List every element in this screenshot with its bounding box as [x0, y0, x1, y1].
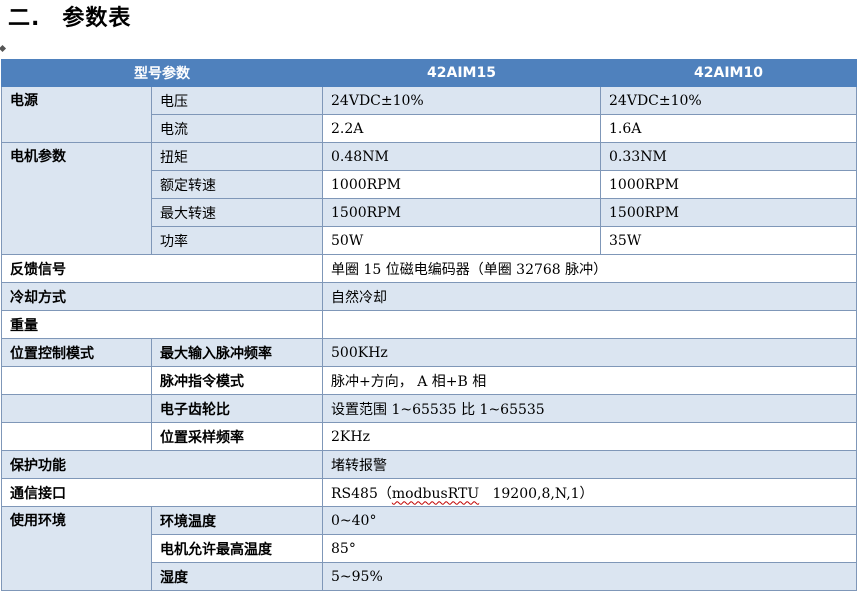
voltage-value-1: 24VDC±10%: [322, 86, 602, 115]
comm-suffix: 19200,8,N,1）: [479, 485, 594, 502]
feedback-label: 反馈信号: [0, 254, 324, 283]
comm-label: 通信接口: [0, 478, 324, 507]
motor-label: 电机参数: [1, 142, 152, 255]
section-number: 二.: [8, 6, 41, 31]
empty-cell: [1, 394, 152, 423]
table-row: 位置采样频率 2KHz: [1, 422, 857, 451]
comm-prefix: RS485（: [331, 485, 392, 502]
table-row: 电子齿轮比 设置范围 1~65535 比 1~65535: [1, 394, 857, 423]
torque-label: 扭矩: [150, 142, 324, 171]
table-row: 重量: [0, 310, 857, 339]
header-model-1: 42AIM15: [322, 59, 602, 87]
max-speed-label: 最大转速: [150, 198, 324, 227]
max-speed-value-1: 1500RPM: [322, 198, 602, 227]
table-row: 脉冲指令模式 脉冲+方向， A 相+B 相: [1, 366, 857, 395]
table-row: 通信接口 RS485（modbusRTU 19200,8,N,1）: [0, 478, 857, 507]
motor-power-value-2: 35W: [600, 226, 857, 255]
header-model-2: 42AIM10: [600, 59, 857, 87]
motor-power-label: 功率: [150, 226, 324, 255]
table-row: 反馈信号 单圈 15 位磁电编码器（单圈 32768 脉冲）: [0, 254, 857, 283]
env-label: 使用环境: [1, 506, 152, 591]
motor-max-temp-value: 85°: [322, 534, 857, 563]
env-temp-label: 环境温度: [150, 506, 324, 535]
motor-max-temp-label: 电机允许最高温度: [150, 534, 324, 563]
pulse-mode-label: 脉冲指令模式: [150, 366, 324, 395]
header-param: 型号参数: [0, 59, 324, 87]
voltage-value-2: 24VDC±10%: [600, 86, 857, 115]
section-heading: 二. 参数表: [8, 0, 131, 32]
table-row: 电机参数 扭矩 0.48NM 0.33NM: [1, 142, 857, 255]
table-header-row: 型号参数 42AIM15 42AIM10: [0, 59, 857, 87]
env-temp-value: 0~40°: [322, 506, 857, 535]
max-speed-value-2: 1500RPM: [600, 198, 857, 227]
empty-cell: [1, 422, 152, 451]
current-value-2: 1.6A: [600, 114, 857, 143]
table-row: 使用环境 环境温度 0~40°: [1, 506, 857, 591]
gear-ratio-label: 电子齿轮比: [150, 394, 324, 423]
rated-speed-label: 额定转速: [150, 170, 324, 199]
table-row: 电源 电压 24VDC±10% 24VDC±10%: [1, 86, 857, 143]
voltage-label: 电压: [150, 86, 324, 115]
weight-label: 重量: [0, 310, 324, 339]
current-value-1: 2.2A: [322, 114, 602, 143]
humidity-label: 湿度: [150, 562, 324, 591]
sampling-freq-label: 位置采样频率: [150, 422, 324, 451]
section-title: 参数表: [62, 6, 132, 31]
current-label: 电流: [150, 114, 324, 143]
torque-value-2: 0.33NM: [600, 142, 857, 171]
feedback-value: 单圈 15 位磁电编码器（单圈 32768 脉冲）: [322, 254, 857, 283]
max-pulse-freq-value: 500KHz: [322, 338, 857, 367]
protection-label: 保护功能: [0, 450, 324, 479]
rated-speed-value-2: 1000RPM: [600, 170, 857, 199]
weight-value: [322, 310, 857, 339]
rated-speed-value-1: 1000RPM: [322, 170, 602, 199]
torque-value-1: 0.48NM: [322, 142, 602, 171]
motor-power-value-1: 50W: [322, 226, 602, 255]
max-pulse-freq-label: 最大输入脉冲频率: [150, 338, 324, 367]
humidity-value: 5~95%: [322, 562, 857, 591]
table-row: 保护功能 堵转报警: [0, 450, 857, 479]
protection-value: 堵转报警: [322, 450, 857, 479]
parameter-table: 型号参数 42AIM15 42AIM10 电源 电压 24VDC±10% 24V…: [0, 59, 857, 591]
empty-cell: [1, 366, 152, 395]
table-row: 冷却方式 自然冷却: [0, 282, 857, 311]
comm-protocol: modbusRTU: [391, 485, 480, 502]
power-label: 电源: [1, 86, 152, 143]
comm-value: RS485（modbusRTU 19200,8,N,1）: [322, 478, 857, 507]
pulse-mode-value: 脉冲+方向， A 相+B 相: [322, 366, 857, 395]
position-mode-label: 位置控制模式: [1, 338, 152, 367]
gear-ratio-value: 设置范围 1~65535 比 1~65535: [322, 394, 857, 423]
anchor-marker: [0, 44, 7, 53]
cooling-value: 自然冷却: [322, 282, 857, 311]
sampling-freq-value: 2KHz: [322, 422, 857, 451]
cooling-label: 冷却方式: [0, 282, 324, 311]
table-row: 位置控制模式 最大输入脉冲频率 500KHz: [1, 338, 857, 367]
